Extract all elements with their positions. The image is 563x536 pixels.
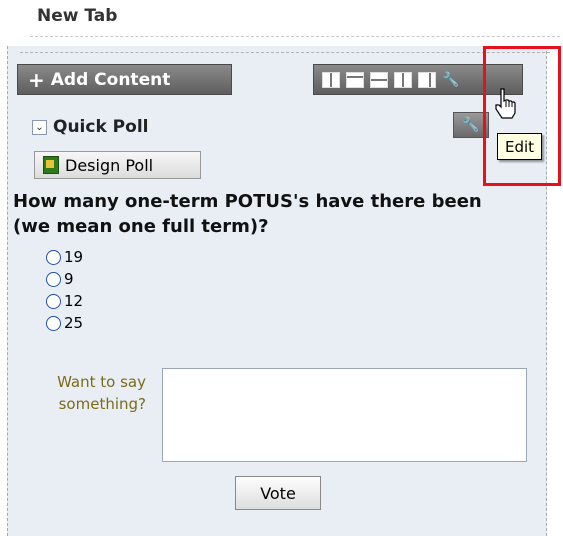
layout-two-col-icon[interactable] xyxy=(394,71,412,88)
add-content-button[interactable]: + Add Content xyxy=(17,64,232,95)
poll-option[interactable]: 12 xyxy=(46,290,83,312)
plus-icon: + xyxy=(28,67,45,92)
radio-button[interactable] xyxy=(46,293,61,309)
add-content-label: Add Content xyxy=(50,69,171,90)
panel-top-border xyxy=(20,52,550,53)
layout-right-col-icon[interactable] xyxy=(418,71,436,88)
poll-question: How many one-term POTUS's have there bee… xyxy=(13,191,482,237)
hand-cursor-icon xyxy=(495,88,516,119)
poll-option-label: 25 xyxy=(64,314,84,332)
chevron-down-icon[interactable]: ⌄ xyxy=(32,119,47,135)
vote-button[interactable]: Vote xyxy=(235,476,321,510)
edit-tooltip: Edit xyxy=(497,133,542,160)
radio-button[interactable] xyxy=(46,271,61,287)
layout-three-col-icon[interactable] xyxy=(322,71,340,88)
radio-button[interactable] xyxy=(46,315,61,331)
poll-option[interactable]: 9 xyxy=(46,268,83,290)
poll-option[interactable]: 19 xyxy=(46,246,83,268)
design-poll-button[interactable]: Design Poll xyxy=(34,151,201,179)
poll-option[interactable]: 25 xyxy=(46,312,83,334)
tab-divider xyxy=(30,36,560,37)
layout-two-row-icon[interactable] xyxy=(370,71,388,88)
comment-textarea[interactable] xyxy=(162,368,527,462)
wrench-icon: 🔧 xyxy=(462,117,480,133)
poll-option-label: 12 xyxy=(64,292,84,310)
poll-option-label: 19 xyxy=(64,248,84,266)
design-poll-icon xyxy=(43,156,59,174)
comment-label: Want to say something? xyxy=(57,373,146,413)
portlet-header: ⌄ Quick Poll xyxy=(32,117,148,137)
poll-options: 19 9 12 25 xyxy=(46,246,83,334)
layout-top-band-icon[interactable] xyxy=(346,71,364,88)
design-poll-label: Design Poll xyxy=(65,155,154,175)
wrench-icon[interactable]: 🔧 xyxy=(442,71,460,89)
poll-option-label: 9 xyxy=(64,270,74,288)
radio-button[interactable] xyxy=(46,249,61,265)
tab-title[interactable]: New Tab xyxy=(37,6,117,26)
portlet-title: Quick Poll xyxy=(53,117,149,137)
